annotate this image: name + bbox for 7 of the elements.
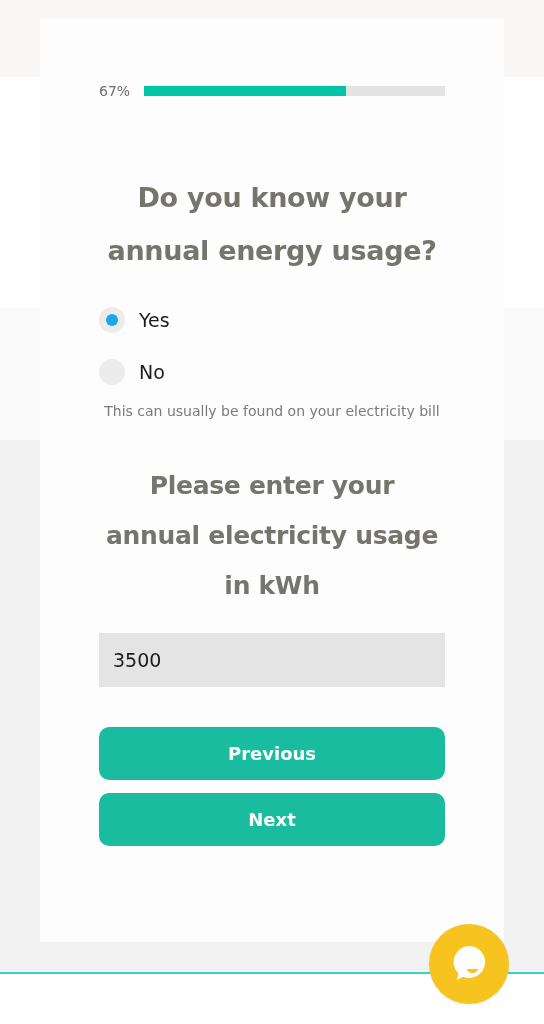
- radio-option[interactable]: Yes: [99, 307, 445, 333]
- usage-input-field[interactable]: 3500: [99, 633, 445, 687]
- hint-text: This can usually be found on your electricity bill: [103, 402, 441, 421]
- progress-percentage: 67%: [99, 83, 131, 99]
- radio-option[interactable]: No: [99, 359, 445, 385]
- question-heading: Do you know your annual energy usage?: [106, 181, 438, 268]
- usage-heading: Please enter your annual electricity usage in kWh: [104, 470, 440, 602]
